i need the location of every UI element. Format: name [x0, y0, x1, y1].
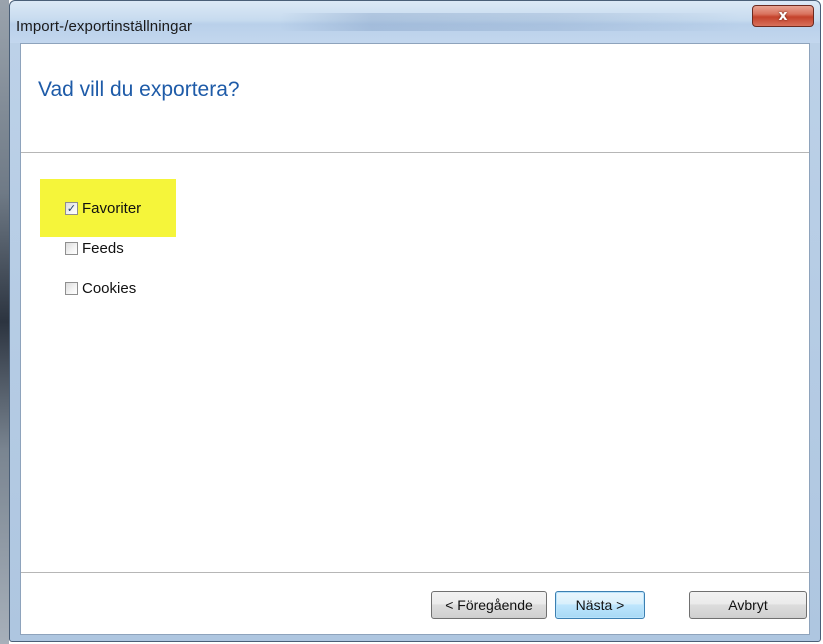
title-bar[interactable]: Import-/exportinställningar x	[10, 1, 820, 43]
options-panel: ✓ Favoriter Feeds Cookies	[21, 153, 809, 573]
checkbox-favoriter[interactable]: ✓	[65, 202, 78, 215]
option-feeds[interactable]: Feeds	[65, 240, 124, 257]
wizard-header: Vad vill du exportera?	[21, 44, 809, 153]
option-label: Feeds	[82, 240, 124, 257]
desktop-background	[0, 0, 9, 644]
option-cookies[interactable]: Cookies	[65, 280, 136, 297]
footer-divider	[21, 572, 809, 573]
dialog-window: Import-/exportinställningar x Vad vill d…	[9, 0, 821, 642]
screen: Import-/exportinställningar x Vad vill d…	[0, 0, 823, 644]
window-title: Import-/exportinställningar	[16, 18, 193, 35]
next-button[interactable]: Nästa >	[555, 591, 645, 619]
option-label: Cookies	[82, 280, 137, 297]
dialog-client-area: Vad vill du exportera? ✓ Favoriter Feeds…	[20, 43, 810, 635]
close-button[interactable]: x	[752, 5, 814, 27]
page-title: Vad vill du exportera?	[38, 78, 240, 101]
checkbox-feeds[interactable]	[65, 242, 78, 255]
title-bar-glass-reflection	[280, 13, 740, 31]
cancel-button[interactable]: Avbryt	[689, 591, 807, 619]
back-button[interactable]: < Föregående	[431, 591, 547, 619]
option-label: Favoriter	[82, 200, 142, 217]
close-icon: x	[778, 8, 788, 24]
option-favoriter[interactable]: ✓ Favoriter	[65, 200, 141, 217]
check-icon: ✓	[66, 202, 77, 215]
checkbox-cookies[interactable]	[65, 282, 78, 295]
